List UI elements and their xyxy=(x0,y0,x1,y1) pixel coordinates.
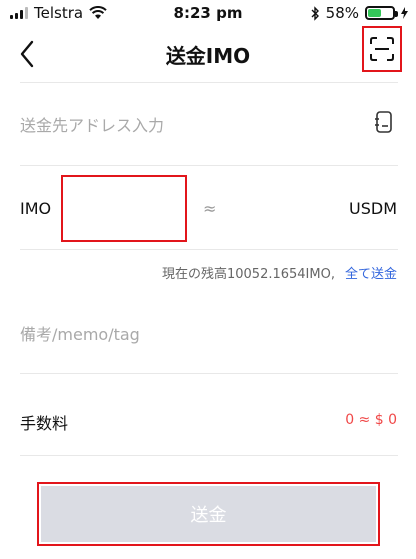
fee-label: 手数料 xyxy=(20,414,69,433)
approx-symbol: ≈ xyxy=(203,199,217,218)
send-button-label: 送金 xyxy=(41,486,376,542)
scan-icon xyxy=(370,37,394,61)
battery-icon xyxy=(365,6,398,20)
page-title: 送金IMO xyxy=(165,44,251,68)
amount-field[interactable] xyxy=(61,175,187,242)
address-book-button[interactable] xyxy=(374,110,394,138)
address-book-icon xyxy=(375,111,392,133)
coin-label: IMO xyxy=(20,199,52,218)
battery-percent: 58% xyxy=(325,4,359,22)
divider xyxy=(20,165,398,166)
balance-row: 現在の残高10052.1654IMO, 全て送金 xyxy=(162,263,397,282)
send-all-link[interactable]: 全て送金 xyxy=(345,267,397,282)
send-button[interactable]: 送金 xyxy=(37,482,380,546)
bluetooth-icon xyxy=(311,5,319,21)
divider xyxy=(20,455,398,456)
amount-input[interactable] xyxy=(63,177,185,240)
status-bar: Telstra 8:23 pm 58% xyxy=(0,0,416,26)
scan-qr-button[interactable] xyxy=(362,26,402,72)
fiat-currency-label: USDM xyxy=(349,199,397,218)
address-input[interactable] xyxy=(20,111,350,139)
balance-text: 現在の残高10052.1654IMO, xyxy=(161,267,335,282)
divider xyxy=(20,82,398,83)
nav-bar: 送金IMO xyxy=(0,26,416,82)
divider xyxy=(20,373,398,374)
memo-input[interactable] xyxy=(20,320,390,348)
status-right: 58% xyxy=(310,4,408,22)
divider xyxy=(20,249,398,250)
fee-value: 0 ≈ $ 0 xyxy=(345,412,397,428)
charging-icon xyxy=(401,7,408,19)
